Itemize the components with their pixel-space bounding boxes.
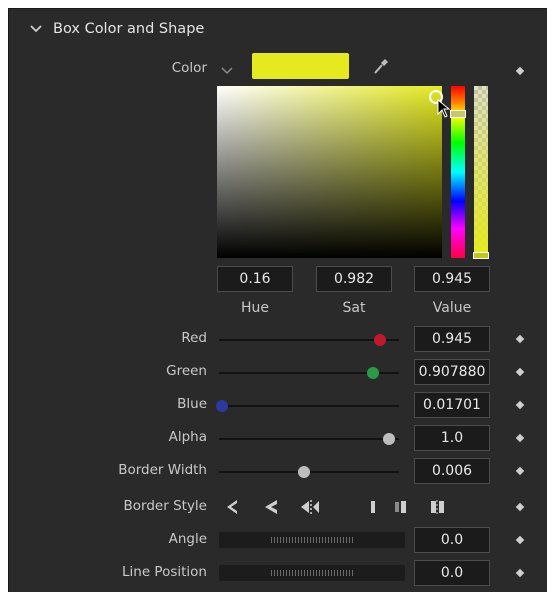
alpha-slider-knob[interactable] xyxy=(383,433,395,445)
border-style-options xyxy=(227,500,444,514)
angle-keyframe-icon[interactable] xyxy=(515,535,525,545)
color-dropdown-chevron-icon[interactable] xyxy=(221,65,233,75)
sat-field[interactable]: 0.982 xyxy=(316,266,392,292)
green-label: Green xyxy=(166,363,207,379)
red-field[interactable]: 0.945 xyxy=(414,326,490,352)
border-width-label: Border Width xyxy=(118,462,207,478)
alpha-slider[interactable] xyxy=(219,438,399,440)
blue-field[interactable]: 0.01701 xyxy=(414,392,490,418)
border-width-field[interactable]: 0.006 xyxy=(414,458,490,484)
border-style-keyframe-icon[interactable] xyxy=(515,502,525,512)
saturation-value-picker[interactable] xyxy=(217,86,442,258)
border-style-inner-bar-icon[interactable] xyxy=(371,501,375,513)
angle-label: Angle xyxy=(168,531,207,547)
inspector-panel: Box Color and Shape Color 0.16 0.982 0.9… xyxy=(8,8,547,592)
alpha-handle[interactable] xyxy=(473,252,489,259)
alpha-keyframe-icon[interactable] xyxy=(515,433,525,443)
eyedropper-icon[interactable] xyxy=(373,57,389,75)
green-field[interactable]: 0.907880 xyxy=(414,359,490,385)
line-position-dial-ticks xyxy=(271,570,353,576)
color-keyframe-icon[interactable] xyxy=(515,66,525,76)
border-style-outside-icon[interactable] xyxy=(301,500,319,514)
hue-label: Hue xyxy=(240,300,269,316)
value-field[interactable]: 0.945 xyxy=(414,266,490,292)
blue-slider-knob[interactable] xyxy=(215,400,228,412)
line-position-label: Line Position xyxy=(122,564,207,580)
border-style-label: Border Style xyxy=(123,498,207,514)
section-title: Box Color and Shape xyxy=(53,21,205,37)
hue-field[interactable]: 0.16 xyxy=(217,266,293,292)
border-width-slider-knob[interactable] xyxy=(298,466,310,478)
border-style-center-icon[interactable] xyxy=(265,500,277,514)
blue-slider[interactable] xyxy=(219,405,399,407)
border-style-outer-bar-icon[interactable] xyxy=(431,500,444,514)
green-slider-knob[interactable] xyxy=(367,367,380,379)
line-position-keyframe-icon[interactable] xyxy=(515,568,525,578)
alpha-strip[interactable] xyxy=(474,86,488,258)
hue-handle[interactable] xyxy=(450,110,466,118)
angle-dial-ticks xyxy=(271,537,353,543)
red-label: Red xyxy=(181,330,207,346)
red-keyframe-icon[interactable] xyxy=(515,334,525,344)
sat-label: Sat xyxy=(342,300,366,316)
green-keyframe-icon[interactable] xyxy=(515,367,525,377)
color-label: Color xyxy=(171,60,207,76)
border-width-keyframe-icon[interactable] xyxy=(515,466,525,476)
color-swatch[interactable] xyxy=(252,53,349,79)
value-label: Value xyxy=(432,300,472,316)
red-slider-knob[interactable] xyxy=(373,334,386,346)
red-slider[interactable] xyxy=(219,339,399,341)
alpha-field[interactable]: 1.0 xyxy=(414,425,490,451)
section-header[interactable]: Box Color and Shape xyxy=(9,9,547,49)
chevron-down-icon[interactable] xyxy=(29,22,43,36)
blue-label: Blue xyxy=(177,396,207,412)
border-style-middle-bar-icon[interactable] xyxy=(395,501,406,513)
blue-keyframe-icon[interactable] xyxy=(515,400,525,410)
line-position-field[interactable]: 0.0 xyxy=(414,560,490,586)
angle-field[interactable]: 0.0 xyxy=(414,527,490,553)
alpha-label: Alpha xyxy=(168,429,207,445)
border-style-inside-icon[interactable] xyxy=(227,500,237,514)
